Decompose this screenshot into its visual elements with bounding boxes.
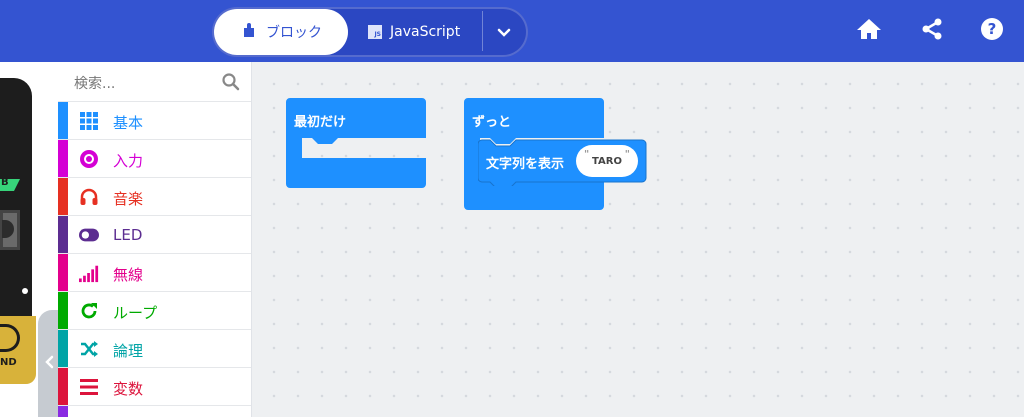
list-icon <box>79 377 99 397</box>
forever-label: ずっと <box>472 115 512 130</box>
language-dropdown-button[interactable] <box>484 9 524 55</box>
category-label: 論理 <box>113 342 144 360</box>
category-loops[interactable]: ループ <box>58 292 251 330</box>
string-value: TARO <box>592 155 622 167</box>
category-variables[interactable]: 変数 <box>58 368 251 406</box>
javascript-mode-label: JavaScript <box>390 24 461 40</box>
help-button[interactable]: ? <box>979 18 1005 44</box>
javascript-mode-button[interactable]: JS JavaScript <box>368 9 460 55</box>
puzzle-piece-icon <box>242 22 256 42</box>
category-stripe <box>58 406 68 417</box>
toolbox: 検索... 基本 入力 音楽 LED 無線 ループ 論理 変数 <box>58 62 252 417</box>
search-box[interactable]: 検索... <box>58 62 251 102</box>
category-label: 無線 <box>113 266 144 284</box>
category-label: LED <box>113 226 143 244</box>
share-icon <box>920 17 944 45</box>
category-logic[interactable]: 論理 <box>58 330 251 368</box>
close-quote-icon: " <box>624 149 630 160</box>
category-stripe <box>58 140 68 177</box>
chevron-left-icon <box>44 354 54 373</box>
home-button[interactable] <box>856 18 882 44</box>
headphones-icon <box>79 187 99 207</box>
category-radio[interactable]: 無線 <box>58 254 251 292</box>
category-label: 基本 <box>113 114 144 132</box>
shuffle-icon <box>79 339 99 359</box>
category-stripe <box>58 102 68 139</box>
search-input[interactable]: 検索... <box>74 73 115 93</box>
mode-divider <box>482 11 483 51</box>
search-icon[interactable] <box>221 72 241 92</box>
on-start-label: 最初だけ <box>294 115 347 130</box>
category-next[interactable] <box>58 406 251 417</box>
chevron-down-icon <box>497 23 511 42</box>
share-button[interactable] <box>919 18 945 44</box>
help-icon: ? <box>980 17 1004 45</box>
category-label: 変数 <box>113 380 144 398</box>
category-input[interactable]: 入力 <box>58 140 251 178</box>
category-music[interactable]: 音楽 <box>58 178 251 216</box>
collapse-simulator-button[interactable] <box>38 310 60 417</box>
blocks-mode-label: ブロック <box>266 25 322 41</box>
category-stripe <box>58 254 68 291</box>
category-stripe <box>58 178 68 215</box>
blocks-mode-button[interactable]: ブロック <box>214 9 348 55</box>
refresh-icon <box>79 301 99 321</box>
target-icon <box>79 149 99 169</box>
show-string-label: 文字列を表示 <box>486 157 565 172</box>
category-basic[interactable]: 基本 <box>58 102 251 140</box>
gnd-label: ND <box>0 357 17 368</box>
category-label: ループ <box>113 304 158 322</box>
open-quote-icon: " <box>584 149 590 160</box>
category-label: 入力 <box>113 152 144 170</box>
category-stripe <box>58 330 68 367</box>
category-led[interactable]: LED <box>58 216 251 254</box>
top-menu-bar: ブロック JS JavaScript ? <box>0 0 1024 62</box>
category-stripe <box>58 216 68 253</box>
board-led-dot <box>22 288 28 294</box>
javascript-file-icon: JS <box>368 25 382 39</box>
category-stripe <box>58 292 68 329</box>
toggle-icon <box>79 225 99 245</box>
grid-icon <box>79 111 99 131</box>
category-stripe <box>58 368 68 405</box>
string-value-field[interactable]: " TARO " <box>576 145 638 177</box>
home-icon <box>856 18 882 44</box>
svg-text:?: ? <box>988 20 997 38</box>
signal-bars-icon <box>79 263 99 283</box>
category-label: 音楽 <box>113 190 144 208</box>
pin-label: B <box>1 177 9 188</box>
